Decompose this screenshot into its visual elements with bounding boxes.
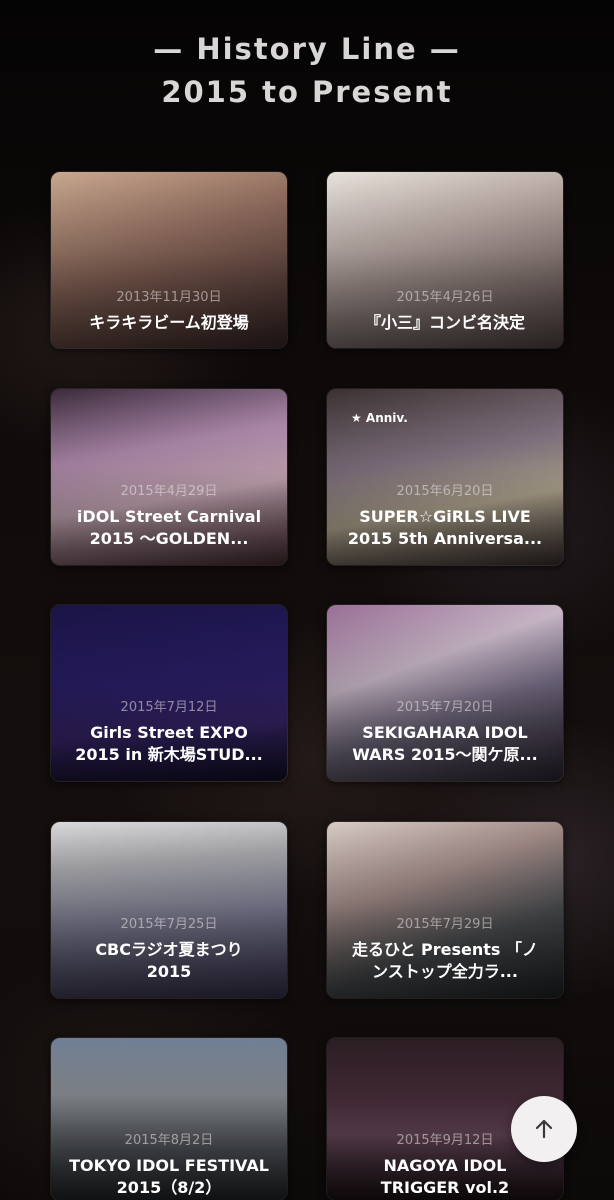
history-card[interactable]: 2015年7月29日 走るひと Presents 「ノ ンストップ全力ラ...	[326, 821, 564, 999]
history-card[interactable]: 2015年4月29日 iDOL Street Carnival 2015 〜GO…	[50, 388, 288, 566]
card-title: CBCラジオ夏まつり 2015	[95, 940, 243, 981]
card-title: TOKYO IDOL FESTIVAL 2015（8/2）	[69, 1156, 269, 1197]
card-title: iDOL Street Carnival 2015 〜GOLDEN...	[76, 507, 262, 548]
card-title: キラキラビーム初登場	[89, 313, 249, 332]
history-card[interactable]: 2015年7月12日 Girls Street EXPO 2015 in 新木場…	[50, 604, 288, 782]
card-title: Girls Street EXPO 2015 in 新木場STUD...	[75, 723, 263, 764]
card-date: 2015年7月29日	[396, 917, 494, 932]
history-card[interactable]: 2015年7月20日 SEKIGAHARA IDOL WARS 2015〜関ケ原…	[326, 604, 564, 782]
anniversary-badge: ★ Anniv.	[351, 411, 408, 425]
card-date: 2015年7月20日	[396, 700, 494, 715]
history-title: — History Line —	[153, 32, 461, 66]
history-subtitle: 2015 to Present	[161, 75, 453, 109]
card-title: SUPER☆GiRLS LIVE 2015 5th Anniversa...	[347, 507, 543, 548]
card-title: 走るひと Presents 「ノ ンストップ全力ラ...	[351, 940, 539, 981]
history-card[interactable]: 2015年4月26日 『小三』コンビ名決定	[326, 171, 564, 349]
card-date: 2015年6月20日	[396, 484, 494, 499]
history-card[interactable]: 2013年11月30日 キラキラビーム初登場	[50, 171, 288, 349]
history-card[interactable]: 2015年8月2日 TOKYO IDOL FESTIVAL 2015（8/2）	[50, 1037, 288, 1200]
card-date: 2015年4月26日	[396, 290, 494, 305]
card-date: 2015年7月25日	[120, 917, 218, 932]
arrow-up-icon	[535, 1119, 553, 1139]
history-header: — History Line — 2015 to Present	[0, 28, 614, 114]
history-card[interactable]: ★ Anniv. 2015年6月20日 SUPER☆GiRLS LIVE 201…	[326, 388, 564, 566]
scroll-to-top-button[interactable]	[511, 1096, 577, 1162]
card-date: 2015年8月2日	[124, 1133, 214, 1148]
card-date: 2015年7月12日	[120, 700, 218, 715]
history-card[interactable]: 2015年7月25日 CBCラジオ夏まつり 2015	[50, 821, 288, 999]
card-title: 『小三』コンビ名決定	[364, 313, 525, 332]
card-title: NAGOYA IDOL TRIGGER vol.2	[380, 1156, 510, 1197]
card-title: SEKIGAHARA IDOL WARS 2015〜関ケ原...	[352, 723, 538, 764]
card-date: 2013年11月30日	[116, 290, 222, 305]
card-date: 2015年4月29日	[120, 484, 218, 499]
